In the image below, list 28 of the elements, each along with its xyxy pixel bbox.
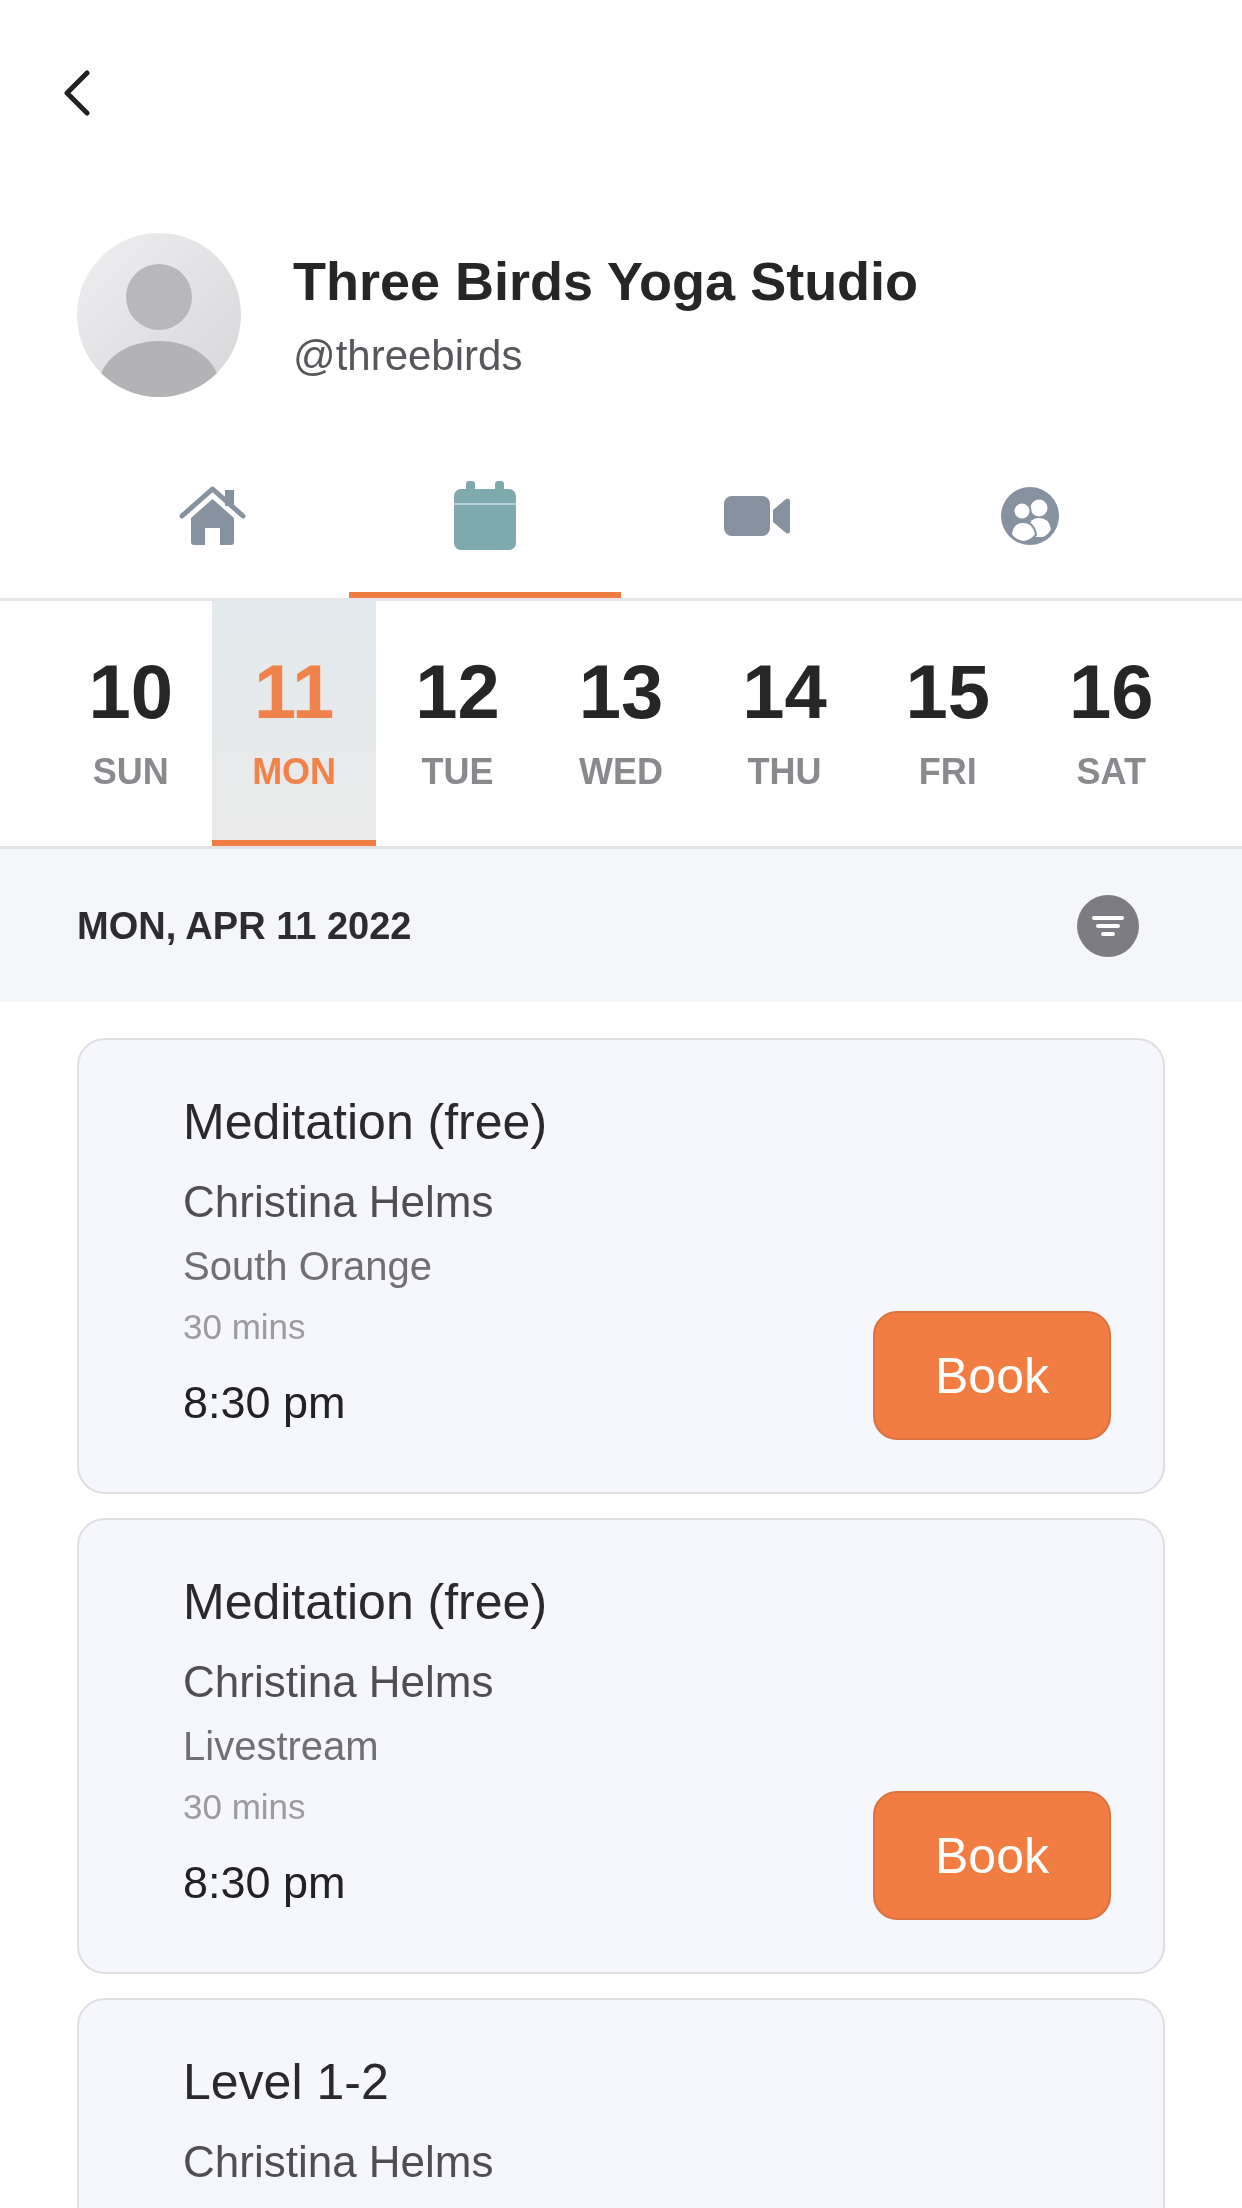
class-time: 8:30 pm <box>183 1857 347 1909</box>
calendar-icon <box>453 481 516 550</box>
class-title: Level 1-2 <box>183 2054 390 2110</box>
selected-date: MON, APR 11 2022 <box>77 903 412 949</box>
class-title: Meditation (free) <box>183 1094 548 1150</box>
day-tab[interactable]: 16 SAT <box>1029 601 1193 846</box>
studio-handle: @threebirds <box>293 331 524 381</box>
avatar-icon <box>77 233 241 397</box>
day-tab[interactable]: 10 SUN <box>49 601 213 846</box>
day-tab[interactable]: 15 FRI <box>866 601 1030 846</box>
location-label: South Orange <box>183 1243 434 1290</box>
day-tab[interactable]: 12 TUE <box>375 601 540 846</box>
instructor-name: Christina Helms <box>183 2136 494 2188</box>
filter-icon[interactable] <box>1077 894 1139 957</box>
people-icon <box>1000 486 1059 545</box>
location-label: Livestream <box>183 1723 380 1770</box>
duration-label: 30 mins <box>183 1306 307 1348</box>
home-icon <box>178 485 246 546</box>
day-tab[interactable]: 13 WED <box>539 601 703 846</box>
instructor-name: Christina Helms <box>183 1176 495 1228</box>
day-tab[interactable]: 14 THU <box>702 601 867 846</box>
video-camera-icon <box>724 495 791 536</box>
studio-name: Three Birds Yoga Studio <box>293 250 919 313</box>
class-time: 8:30 pm <box>183 1377 347 1429</box>
class-title: Meditation (free) <box>183 1574 548 1630</box>
back-icon[interactable] <box>62 70 90 116</box>
instructor-name: Christina Helms <box>183 1656 495 1708</box>
duration-label: 30 mins <box>183 1786 307 1828</box>
